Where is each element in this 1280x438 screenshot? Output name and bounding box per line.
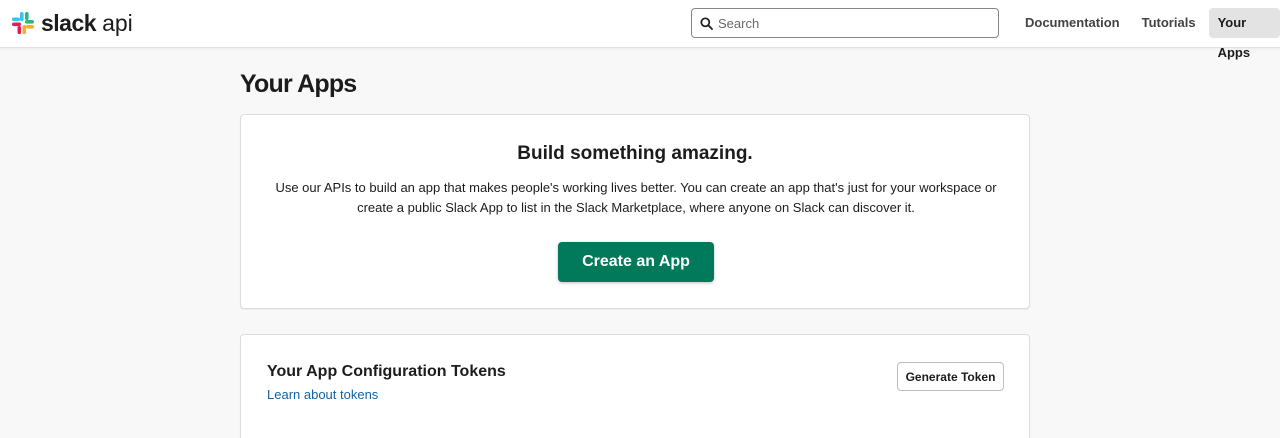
nav-documentation[interactable]: Documentation xyxy=(1016,8,1129,38)
config-tokens-card: Your App Configuration Tokens Learn abou… xyxy=(240,334,1030,438)
generate-token-button[interactable]: Generate Token xyxy=(897,362,1004,391)
page-title: Your Apps xyxy=(240,70,357,98)
hero-description: Use our APIs to build an app that makes … xyxy=(275,180,997,215)
primary-nav: Documentation Tutorials Your Apps xyxy=(1016,8,1280,60)
top-navigation-bar: slack api Documentation Tutorials Your A… xyxy=(0,0,1280,60)
logo-suffix: api xyxy=(102,9,133,36)
slack-api-logo[interactable]: slack api xyxy=(11,9,133,37)
search-input[interactable] xyxy=(718,15,988,31)
search-icon xyxy=(700,16,714,30)
slack-logo-icon xyxy=(11,11,35,35)
create-app-card: Build something amazing. Use our APIs to… xyxy=(240,114,1030,309)
logo-wordmark: slack xyxy=(41,9,97,36)
nav-tutorials[interactable]: Tutorials xyxy=(1133,8,1205,38)
learn-about-tokens-link[interactable]: Learn about tokens xyxy=(267,387,378,402)
nav-your-apps[interactable]: Your Apps xyxy=(1208,8,1280,60)
create-app-button[interactable]: Create an App xyxy=(558,242,714,282)
search-box[interactable] xyxy=(691,8,999,38)
tokens-section-title: Your App Configuration Tokens xyxy=(267,363,506,380)
hero-heading: Build something amazing. xyxy=(517,143,753,164)
